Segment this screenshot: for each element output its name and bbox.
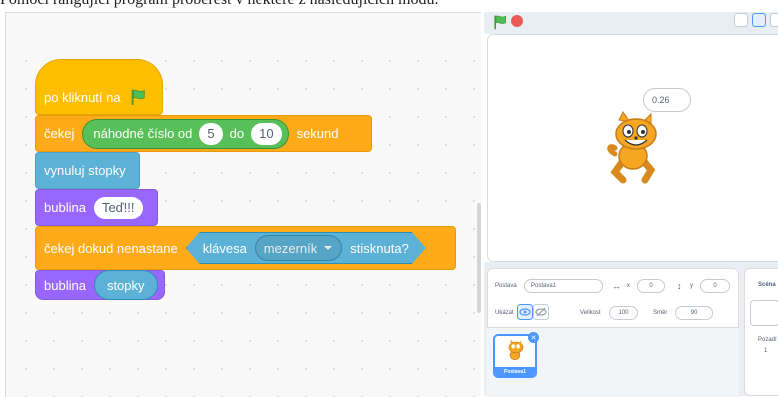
stage-label: Scéna [758, 282, 776, 288]
small-stage-button[interactable] [734, 13, 748, 27]
key-label: klávesa [202, 240, 247, 256]
random-to-label: do [229, 126, 245, 141]
wait-until-block[interactable]: čekej dokud nenastane klávesa mezerník s… [35, 226, 456, 270]
stop-icon[interactable] [511, 15, 523, 27]
key-pressed-boolean[interactable]: klávesa mezerník stisknuta? [186, 232, 426, 264]
trash-icon[interactable]: ✕ [528, 332, 539, 343]
direction-label: Směr [653, 310, 668, 316]
cat-sprite[interactable] [605, 110, 667, 184]
speech-bubble: 0.26 [643, 88, 691, 112]
backdrops-count: 1 [764, 348, 768, 354]
large-stage-button[interactable] [752, 13, 766, 27]
random-from-input[interactable]: 5 [199, 122, 223, 145]
wait-seconds-block[interactable]: čekej náhodné číslo od 5 do 10 sekund [35, 115, 372, 152]
say-timer-block[interactable]: bublina stopky [35, 270, 165, 300]
wait-until-label: čekej dokud nenastane [44, 240, 178, 256]
stage-thumbnail[interactable] [750, 300, 778, 326]
size-label: Velikost [580, 310, 601, 316]
say-label: bublina [44, 200, 86, 215]
sprite-thumbnail [508, 339, 524, 361]
y-field[interactable]: 0 [700, 279, 730, 293]
wait-label: čekej [44, 126, 75, 141]
size-field[interactable]: 100 [609, 306, 638, 320]
y-label: y [690, 283, 693, 289]
green-flag-icon [131, 89, 145, 106]
reset-timer-label: vynuluj stopky [44, 163, 126, 178]
direction-field[interactable]: 90 [675, 306, 713, 320]
key-dropdown[interactable]: mezerník [255, 235, 342, 261]
when-flag-clicked-label: po kliknutí na [44, 89, 121, 105]
fullscreen-button[interactable] [770, 13, 778, 27]
script-editor[interactable]: po kliknutí na čekej náhodné číslo od 5 … [5, 12, 481, 397]
x-field[interactable]: 0 [637, 279, 665, 293]
pressed-label: stisknuta? [350, 240, 409, 256]
show-label: Ukázat [495, 310, 514, 316]
y-arrows-icon: ↕ [677, 281, 682, 291]
random-number-reporter[interactable]: náhodné číslo od 5 do 10 [82, 118, 289, 149]
intro-text: Pomocí rangující program proberest v nek… [0, 0, 778, 11]
sprite-name-field[interactable]: Postava1 [524, 279, 603, 293]
when-flag-clicked-block[interactable]: po kliknutí na [35, 59, 163, 115]
eye-icon[interactable] [517, 304, 533, 320]
say2-label: bublina [44, 277, 86, 293]
sprite-card-name: Postava1 [495, 367, 535, 376]
sprite-label: Postava [495, 283, 517, 289]
seconds-label: sekund [296, 126, 339, 141]
dropdown-arrow-icon [323, 245, 333, 251]
x-label: x [627, 283, 630, 289]
backdrops-label: Pozadí [758, 337, 777, 343]
editor-top-bar [6, 13, 481, 39]
say-text-input[interactable]: Teď!!! [93, 196, 143, 219]
editor-scrollbar[interactable] [477, 203, 481, 313]
timer-reporter[interactable]: stopky [93, 270, 158, 300]
eye-off-icon[interactable] [533, 304, 549, 320]
random-to-input[interactable]: 10 [251, 122, 282, 145]
say-block[interactable]: bublina Teď!!! [35, 189, 158, 226]
x-arrows-icon: ↔ [612, 281, 621, 291]
green-flag-button[interactable] [492, 14, 508, 30]
reset-timer-block[interactable]: vynuluj stopky [35, 152, 140, 189]
random-label: náhodné číslo od [93, 126, 193, 141]
key-option: mezerník [263, 240, 318, 256]
speech-value: 0.26 [652, 95, 670, 105]
